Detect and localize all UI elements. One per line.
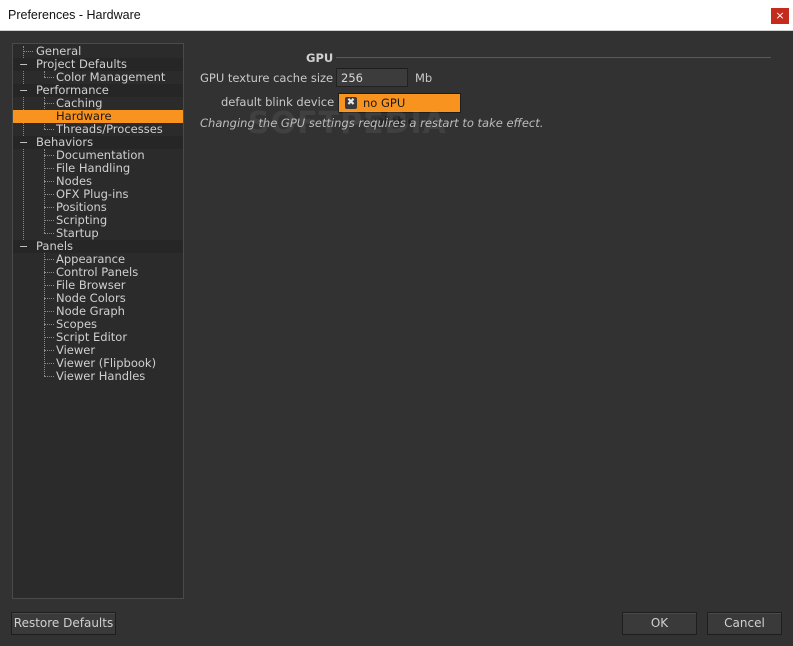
- tree-item-viewer-handles[interactable]: Viewer Handles: [13, 370, 183, 383]
- collapse-icon[interactable]: −: [19, 136, 28, 149]
- tree-item-script-editor[interactable]: Script Editor: [13, 331, 183, 344]
- title-bar: Preferences - Hardware ×: [0, 0, 793, 31]
- gpu-cache-input[interactable]: 256: [336, 68, 408, 87]
- restore-defaults-button[interactable]: Restore Defaults: [11, 612, 116, 635]
- collapse-icon[interactable]: −: [19, 84, 28, 97]
- ok-button[interactable]: OK: [622, 612, 697, 635]
- section-divider: [336, 57, 771, 58]
- tree-item-file-handling[interactable]: File Handling: [13, 162, 183, 175]
- tree-item-node-graph[interactable]: Node Graph: [13, 305, 183, 318]
- close-icon[interactable]: ×: [771, 8, 789, 24]
- gpu-cache-unit: Mb: [415, 71, 433, 85]
- preferences-tree: General − Project Defaults Color Management…: [12, 43, 184, 599]
- window-title: Preferences - Hardware: [8, 8, 141, 22]
- collapse-icon[interactable]: −: [19, 58, 28, 71]
- gpu-section-title: GPU: [306, 51, 334, 65]
- collapse-icon[interactable]: −: [19, 240, 28, 253]
- restart-note: Changing the GPU settings requires a res…: [200, 116, 544, 130]
- cancel-button[interactable]: Cancel: [707, 612, 782, 635]
- gpu-cache-label: GPU texture cache size: [200, 71, 334, 85]
- tree-item-label: Viewer Handles: [56, 369, 146, 383]
